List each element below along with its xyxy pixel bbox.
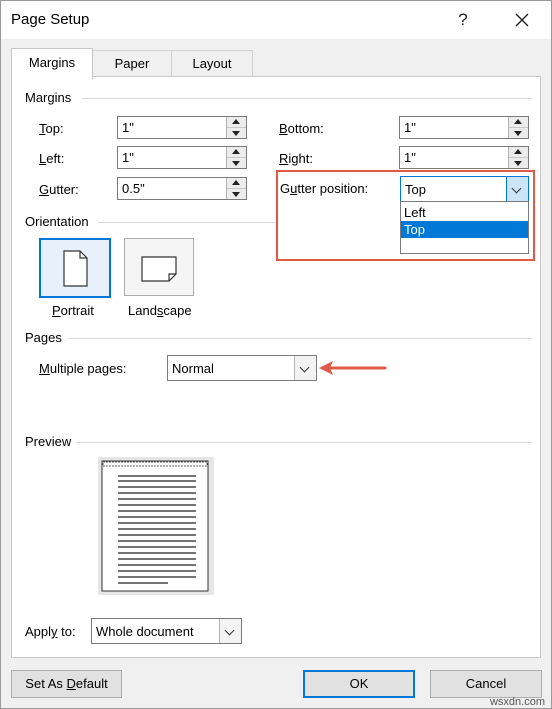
gutter-decrement[interactable] (227, 189, 246, 199)
window-title: Page Setup (11, 11, 90, 28)
bottom-margin-spinner[interactable]: 1" (399, 116, 529, 139)
gutter-increment[interactable] (227, 178, 246, 189)
orientation-group-label: Orientation (25, 214, 89, 229)
left-margin-value: 1" (122, 150, 134, 165)
tab-paper[interactable]: Paper (91, 50, 173, 77)
annotation-arrow-icon (319, 361, 387, 375)
cancel-button[interactable]: Cancel (430, 670, 542, 698)
landscape-option[interactable] (124, 238, 194, 296)
pages-group-label: Pages (25, 330, 62, 345)
margins-group-label: Margins (25, 90, 72, 105)
margins-pane: Margins Top: 1" Left: 1" Gutter: 0.5" Bo… (11, 76, 541, 658)
gutter-spinner[interactable]: 0.5" (117, 177, 247, 200)
preview-page-icon (98, 457, 214, 595)
bottom-margin-decrement[interactable] (509, 128, 528, 138)
gutter-position-value: Top (405, 182, 426, 197)
right-margin-increment[interactable] (509, 147, 528, 158)
left-margin-increment[interactable] (227, 147, 246, 158)
left-margin-spinner[interactable]: 1" (117, 146, 247, 169)
portrait-label: Portrait (52, 303, 94, 318)
tab-layout[interactable]: Layout (171, 50, 253, 77)
watermark: wsxdn.com (489, 696, 545, 708)
right-margin-decrement[interactable] (509, 158, 528, 168)
portrait-page-icon (63, 250, 88, 287)
bottom-margin-label: Bottom: (279, 121, 324, 136)
preview-group-rule (76, 442, 532, 443)
tab-margins[interactable]: Margins (11, 48, 93, 79)
portrait-option[interactable] (39, 238, 111, 298)
preview-group-label: Preview (25, 434, 72, 449)
help-button[interactable]: ? (448, 5, 478, 35)
orientation-group-rule (98, 222, 276, 223)
title-bar: Page Setup ? (1, 1, 551, 39)
gutter-value: 0.5" (122, 181, 145, 196)
chevron-down-icon[interactable] (294, 356, 316, 380)
gutter-position-label: Gutter position: (280, 181, 369, 196)
left-margin-label: Left: (39, 151, 65, 166)
chevron-down-icon[interactable] (219, 619, 241, 643)
chevron-down-icon[interactable] (506, 177, 528, 201)
right-margin-value: 1" (404, 150, 416, 165)
bottom-margin-value: 1" (404, 120, 416, 135)
close-button[interactable] (507, 5, 537, 35)
gutter-label: Gutter: (39, 182, 79, 197)
multiple-pages-label: Multiple pages: (39, 361, 127, 376)
ok-button[interactable]: OK (303, 670, 415, 698)
pages-group-rule (69, 338, 532, 339)
right-margin-label: Right: (279, 151, 313, 166)
top-margin-increment[interactable] (227, 117, 246, 128)
top-margin-label: Top: (39, 121, 64, 136)
left-margin-decrement[interactable] (227, 158, 246, 168)
margins-group-rule (82, 98, 532, 99)
landscape-page-icon (141, 256, 177, 282)
gutter-position-combobox[interactable]: Top (400, 176, 529, 202)
apply-to-value: Whole document (96, 624, 194, 639)
top-margin-value: 1" (122, 120, 134, 135)
gutter-position-option-left[interactable]: Left (401, 204, 528, 221)
right-margin-spinner[interactable]: 1" (399, 146, 529, 169)
close-icon (515, 13, 529, 27)
multiple-pages-value: Normal (172, 361, 214, 376)
gutter-position-dropdown-list: Left Top (400, 201, 529, 254)
page-setup-dialog: Page Setup ? Margins Paper Layout Margin… (0, 0, 552, 709)
multiple-pages-combobox[interactable]: Normal (167, 355, 317, 381)
landscape-label: Landscape (128, 303, 192, 318)
bottom-margin-increment[interactable] (509, 117, 528, 128)
top-margin-spinner[interactable]: 1" (117, 116, 247, 139)
gutter-position-option-top[interactable]: Top (401, 221, 528, 238)
top-margin-decrement[interactable] (227, 128, 246, 138)
set-as-default-button[interactable]: Set As Default (11, 670, 122, 698)
tab-strip: Margins Paper Layout (1, 39, 551, 79)
apply-to-combobox[interactable]: Whole document (91, 618, 242, 644)
apply-to-label: Apply to: (25, 624, 76, 639)
